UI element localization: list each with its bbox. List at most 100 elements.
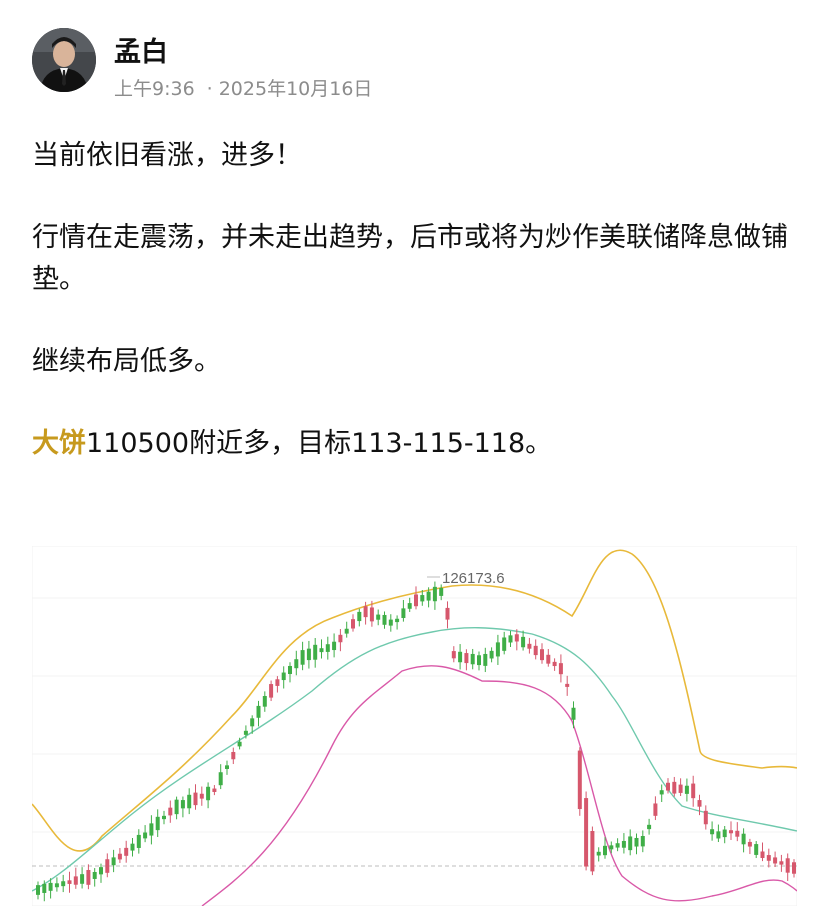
candle-body bbox=[691, 783, 696, 799]
candle-body bbox=[521, 636, 526, 648]
candle-body bbox=[338, 634, 343, 643]
candle-body bbox=[439, 587, 444, 596]
candle-body bbox=[464, 653, 469, 664]
candle-body bbox=[111, 857, 116, 866]
candle-body bbox=[275, 679, 280, 686]
candle-body bbox=[603, 845, 607, 856]
candle-body bbox=[565, 683, 570, 687]
candle-body bbox=[136, 834, 141, 848]
candle-body bbox=[716, 831, 721, 839]
author-avatar[interactable] bbox=[32, 28, 96, 92]
candle-body bbox=[313, 644, 318, 660]
post-time: 上午9:36 bbox=[114, 78, 195, 100]
candle-body bbox=[117, 853, 122, 860]
candle-body bbox=[527, 643, 532, 649]
candle-body bbox=[325, 644, 330, 652]
candle-body bbox=[710, 829, 715, 835]
candle-body bbox=[747, 841, 752, 847]
candle-body bbox=[237, 741, 242, 747]
post-meta: 上午9:36 · 2025年10月16日 bbox=[114, 74, 372, 101]
candle-body bbox=[149, 823, 154, 836]
candle-body bbox=[451, 651, 456, 659]
candle-body bbox=[407, 603, 412, 609]
candle-body bbox=[382, 614, 387, 625]
candle-body bbox=[143, 832, 148, 839]
candle-body bbox=[54, 883, 59, 888]
candle-body bbox=[300, 650, 305, 665]
candle-body bbox=[502, 637, 507, 651]
candle-body bbox=[168, 807, 173, 816]
candle-body bbox=[426, 591, 431, 601]
paragraph-4-text: 110500附近多，目标113-115-118。 bbox=[86, 428, 553, 459]
candle-body bbox=[388, 619, 393, 626]
candle-body bbox=[722, 829, 727, 838]
price-chart[interactable]: 126173.6 bbox=[31, 545, 798, 907]
candle-body bbox=[357, 611, 362, 622]
author-name[interactable]: 孟白 bbox=[114, 30, 168, 69]
candle-body bbox=[735, 830, 740, 837]
candle-body bbox=[571, 707, 576, 720]
candle-body bbox=[609, 845, 614, 850]
candle-body bbox=[754, 844, 759, 855]
candle-body bbox=[281, 672, 286, 681]
candle-body bbox=[225, 765, 229, 769]
candle-body bbox=[218, 772, 223, 786]
candle-body bbox=[294, 659, 299, 669]
candle-body bbox=[199, 793, 204, 799]
candle-body bbox=[540, 649, 544, 661]
candle-body bbox=[678, 784, 683, 793]
meta-separator: · bbox=[206, 78, 213, 100]
candle-body bbox=[470, 653, 475, 665]
candle-body bbox=[231, 751, 236, 760]
post-date: 2025年10月16日 bbox=[218, 78, 373, 100]
candle-body bbox=[773, 857, 778, 864]
candle-body bbox=[432, 586, 437, 602]
candle-body bbox=[174, 799, 179, 815]
candle-body bbox=[363, 606, 368, 618]
candle-body bbox=[67, 880, 72, 884]
chart-svg: 126173.6 bbox=[31, 545, 798, 907]
candle-body bbox=[653, 803, 658, 816]
candle-body bbox=[319, 648, 324, 653]
candle-body bbox=[779, 861, 784, 865]
candle-body bbox=[250, 718, 255, 727]
candle-body bbox=[552, 661, 557, 667]
candle-body bbox=[351, 619, 355, 629]
candle-body bbox=[48, 882, 53, 891]
candle-body bbox=[729, 830, 733, 834]
candle-body bbox=[306, 648, 311, 661]
candle-body bbox=[489, 650, 494, 659]
post-paragraph-3: 继续布局低多。 bbox=[32, 346, 221, 377]
candle-body bbox=[445, 607, 450, 620]
candle-body bbox=[395, 618, 400, 623]
candle-body bbox=[621, 840, 626, 848]
candle-body bbox=[703, 810, 708, 825]
candle-body bbox=[212, 788, 217, 792]
candle-body bbox=[458, 651, 463, 663]
candle-body bbox=[73, 876, 78, 885]
candle-body bbox=[766, 855, 771, 861]
candle-body bbox=[615, 843, 620, 848]
candle-body bbox=[508, 635, 513, 643]
candle-body bbox=[105, 859, 110, 873]
candle-body bbox=[80, 874, 85, 884]
candle-body bbox=[697, 800, 702, 807]
candle-body bbox=[477, 655, 481, 666]
asset-highlight[interactable]: 大饼 bbox=[32, 428, 86, 459]
candle-body bbox=[99, 867, 103, 875]
candle-body bbox=[741, 833, 746, 845]
candle-body bbox=[672, 781, 677, 794]
candle-body bbox=[596, 851, 601, 856]
candle-body bbox=[558, 663, 563, 675]
candle-body bbox=[483, 653, 488, 666]
candle-body bbox=[792, 862, 796, 874]
candle-body bbox=[124, 847, 129, 856]
candle-body bbox=[584, 798, 589, 867]
candle-body bbox=[269, 684, 274, 698]
candle-body bbox=[634, 837, 639, 847]
candle-body bbox=[590, 830, 595, 872]
post-paragraph-1: 当前依旧看涨，进多！ bbox=[32, 140, 302, 171]
candle-body bbox=[420, 595, 425, 602]
candle-body bbox=[86, 869, 91, 885]
candle-body bbox=[376, 614, 381, 620]
